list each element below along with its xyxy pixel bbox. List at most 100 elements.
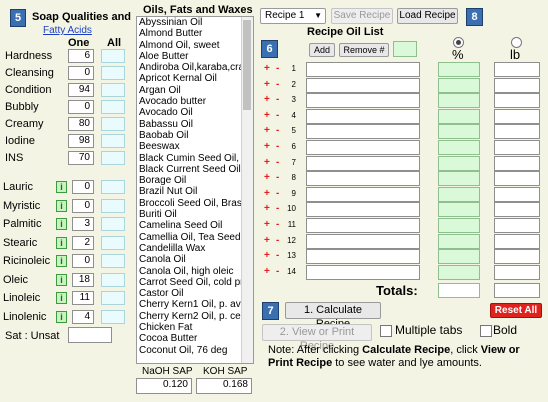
recipe-pct-field[interactable] (438, 186, 480, 202)
oil-list-item[interactable]: Canola Oil, high oleic (137, 266, 243, 277)
view-print-recipe-button[interactable]: 2. View or Print Recipe (262, 324, 372, 352)
oil-list-item[interactable]: Buriti Oil (137, 209, 243, 220)
plus-icon[interactable]: + (264, 125, 270, 136)
info-icon[interactable]: i (56, 310, 67, 323)
info-icon[interactable]: i (56, 236, 67, 249)
plus-icon[interactable]: + (264, 63, 270, 74)
oil-list-item[interactable]: Borage Oil (137, 175, 243, 186)
recipe-oil-field[interactable] (306, 155, 420, 171)
recipe-oil-field[interactable] (306, 202, 420, 218)
plus-icon[interactable]: + (264, 266, 270, 277)
oil-list-item[interactable]: Camellia Oil, Tea Seed (137, 232, 243, 243)
recipe-lb-field[interactable] (494, 233, 540, 249)
oil-list-item[interactable]: Avocado butter (137, 96, 243, 107)
oil-list-item[interactable]: Aloe Butter (137, 51, 243, 62)
recipe-oil-field[interactable] (306, 108, 420, 124)
recipe-oil-field[interactable] (306, 140, 420, 155)
minus-icon[interactable]: - (276, 203, 279, 214)
oil-list-item[interactable]: Babassu Oil (137, 119, 243, 130)
oils-scrollbar[interactable] (241, 17, 253, 363)
minus-icon[interactable]: - (276, 250, 279, 261)
plus-icon[interactable]: + (264, 79, 270, 90)
recipe-lb-field[interactable] (494, 186, 540, 202)
plus-icon[interactable]: + (264, 235, 270, 246)
recipe-pct-field[interactable] (438, 108, 480, 124)
recipe-pct-field[interactable] (438, 264, 480, 280)
minus-icon[interactable]: - (276, 141, 279, 152)
recipe-pct-field[interactable] (438, 155, 480, 171)
fatty-acids-link[interactable]: Fatty Acids (43, 25, 92, 36)
recipe-lb-field[interactable] (494, 218, 540, 233)
save-recipe-button[interactable]: Save Recipe (331, 8, 393, 24)
bold-checkbox[interactable] (480, 325, 492, 337)
info-icon[interactable]: i (56, 199, 67, 212)
oil-list-item[interactable]: Almond Oil, sweet (137, 40, 243, 51)
minus-icon[interactable]: - (276, 266, 279, 277)
plus-icon[interactable]: + (264, 250, 270, 261)
oil-list-item[interactable]: Beeswax (137, 141, 243, 152)
recipe-lb-field[interactable] (494, 264, 540, 280)
minus-icon[interactable]: - (276, 125, 279, 136)
recipe-select[interactable]: Recipe 1 ▼ (260, 8, 326, 24)
info-icon[interactable]: i (56, 273, 67, 286)
recipe-lb-field[interactable] (494, 93, 540, 109)
recipe-pct-field[interactable] (438, 202, 480, 218)
info-icon[interactable]: i (56, 181, 67, 193)
minus-icon[interactable]: - (276, 94, 279, 105)
recipe-oil-field[interactable] (306, 186, 420, 202)
recipe-pct-field[interactable] (438, 171, 480, 187)
recipe-lb-field[interactable] (494, 155, 540, 171)
add-button[interactable]: Add (309, 43, 335, 57)
info-icon[interactable]: i (56, 218, 67, 230)
load-recipe-button[interactable]: Load Recipe (397, 8, 458, 24)
recipe-pct-field[interactable] (438, 62, 480, 77)
plus-icon[interactable]: + (264, 141, 270, 152)
plus-icon[interactable]: + (264, 188, 270, 199)
recipe-oil-field[interactable] (306, 249, 420, 265)
oil-list-item[interactable]: Abyssinian Oil (137, 17, 243, 28)
oil-list-item[interactable]: Almond Butter (137, 28, 243, 39)
remove-button[interactable]: Remove # (339, 43, 389, 57)
oil-list-item[interactable]: Avocado Oil (137, 107, 243, 118)
recipe-oil-field[interactable] (306, 218, 420, 233)
oil-list-item[interactable]: Brazil Nut Oil (137, 186, 243, 197)
oil-list-item[interactable]: Argan Oil (137, 85, 243, 96)
minus-icon[interactable]: - (276, 157, 279, 168)
recipe-oil-field[interactable] (306, 171, 420, 187)
recipe-pct-field[interactable] (438, 233, 480, 249)
oil-list-item[interactable]: Cherry Kern1 Oil, p. aviur (137, 299, 243, 310)
recipe-lb-field[interactable] (494, 171, 540, 187)
oil-list-item[interactable]: Baobab Oil (137, 130, 243, 141)
plus-icon[interactable]: + (264, 157, 270, 168)
recipe-oil-field[interactable] (306, 62, 420, 77)
recipe-pct-field[interactable] (438, 249, 480, 265)
recipe-lb-field[interactable] (494, 108, 540, 124)
oil-list-item[interactable]: Chicken Fat (137, 322, 243, 333)
minus-icon[interactable]: - (276, 79, 279, 90)
reset-all-button[interactable]: Reset All (490, 303, 542, 318)
oil-list-item[interactable]: Cherry Kern2 Oil, p. ceras (137, 311, 243, 322)
oil-list-item[interactable]: Canola Oil (137, 254, 243, 265)
remove-number-field[interactable] (393, 41, 417, 57)
plus-icon[interactable]: + (264, 172, 270, 183)
recipe-lb-field[interactable] (494, 140, 540, 155)
oil-list-item[interactable]: Candelilla Wax (137, 243, 243, 254)
plus-icon[interactable]: + (264, 110, 270, 121)
minus-icon[interactable]: - (276, 110, 279, 121)
plus-icon[interactable]: + (264, 94, 270, 105)
recipe-lb-field[interactable] (494, 77, 540, 93)
oil-list-item[interactable]: Black Current Seed Oil (137, 164, 243, 175)
recipe-pct-field[interactable] (438, 93, 480, 109)
oil-list-item[interactable]: Coconut Oil, 76 deg (137, 345, 243, 356)
minus-icon[interactable]: - (276, 172, 279, 183)
recipe-lb-field[interactable] (494, 202, 540, 218)
recipe-oil-field[interactable] (306, 264, 420, 280)
recipe-pct-field[interactable] (438, 140, 480, 155)
recipe-lb-field[interactable] (494, 124, 540, 140)
recipe-pct-field[interactable] (438, 218, 480, 233)
recipe-pct-field[interactable] (438, 124, 480, 140)
oil-list-item[interactable]: Apricot Kernal Oil (137, 73, 243, 84)
recipe-lb-field[interactable] (494, 62, 540, 77)
recipe-lb-field[interactable] (494, 249, 540, 265)
recipe-oil-field[interactable] (306, 233, 420, 249)
